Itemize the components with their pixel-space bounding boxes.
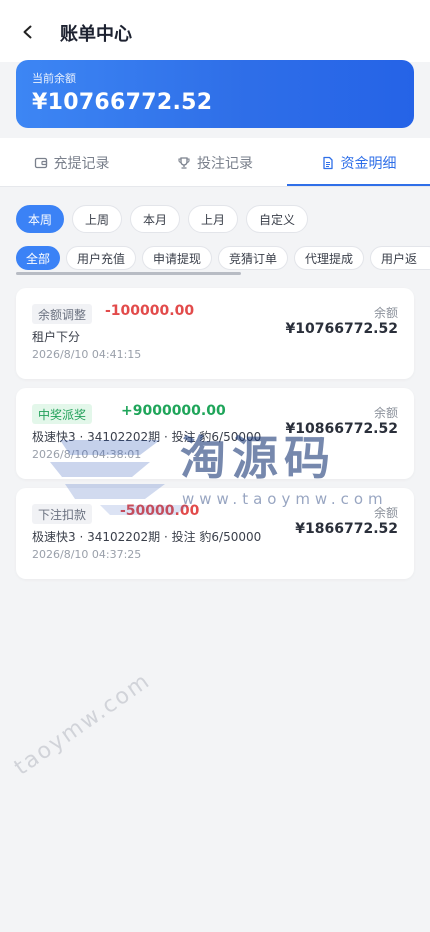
watermark-url: www.taoymw.com xyxy=(182,490,388,508)
tab-fund-details[interactable]: 资金明细 xyxy=(287,138,430,187)
wallet-icon xyxy=(34,157,47,168)
record-amount: +9000000.00 xyxy=(121,403,226,419)
balance-card: 当前余额 ¥10766772.52 xyxy=(16,60,414,128)
record-type-tag: 中奖派奖 xyxy=(32,404,93,424)
record-balance-label: 余额 xyxy=(373,406,398,420)
record-balance-value: ¥1866772.52 xyxy=(295,521,398,537)
type-user-rebate[interactable]: 用户返 xyxy=(370,246,430,270)
period-this-week[interactable]: 本周 xyxy=(16,205,64,233)
record-balance-value: ¥10766772.52 xyxy=(285,321,398,337)
chevron-left-icon xyxy=(23,25,32,39)
record-balance-label: 余额 xyxy=(373,306,398,320)
active-tab-indicator xyxy=(287,184,430,186)
page-title: 账单中心 xyxy=(60,24,132,45)
period-last-week[interactable]: 上周 xyxy=(72,205,122,233)
type-filter[interactable]: 全部 用户充值 申请提现 竞猜订单 代理提成 用户返 xyxy=(0,246,430,274)
app-header: 账单中心 xyxy=(0,0,430,62)
type-all[interactable]: 全部 xyxy=(16,246,60,270)
type-user-recharge[interactable]: 用户充值 xyxy=(66,246,136,270)
trophy-icon xyxy=(178,156,190,169)
period-custom[interactable]: 自定义 xyxy=(246,205,308,233)
balance-label: 当前余额 xyxy=(32,72,76,85)
record-time: 2026/8/10 04:37:25 xyxy=(32,548,142,561)
period-this-month[interactable]: 本月 xyxy=(130,205,180,233)
type-withdraw-request[interactable]: 申请提现 xyxy=(142,246,212,270)
record-time: 2026/8/10 04:41:15 xyxy=(32,348,142,361)
record-amount: -100000.00 xyxy=(105,303,195,319)
record-time: 2026/8/10 04:38:01 xyxy=(32,448,142,461)
tab-bets[interactable]: 投注记录 xyxy=(143,138,287,187)
tab-label: 资金明细 xyxy=(340,155,397,172)
record-type-tag: 余额调整 xyxy=(32,304,93,324)
watermark-brand: 淘源码 xyxy=(180,431,336,485)
record-description: 租户下分 xyxy=(32,330,81,344)
tab-label: 投注记录 xyxy=(197,155,253,172)
watermark-diagonal: taoymw.com xyxy=(10,668,156,781)
type-agent-commission[interactable]: 代理提成 xyxy=(294,246,364,270)
balance-amount: ¥10766772.52 xyxy=(32,90,213,115)
type-filter-scrollbar[interactable] xyxy=(16,272,241,275)
list-item[interactable]: 余额调整 -100000.00 租户下分 2026/8/10 04:41:15 … xyxy=(16,288,414,379)
record-type-tag: 下注扣款 xyxy=(32,504,93,524)
period-last-month[interactable]: 上月 xyxy=(188,205,238,233)
record-description: 极速快3 · 34102202期 · 投注 豹6/50000 xyxy=(32,530,262,544)
type-bet-order[interactable]: 竞猜订单 xyxy=(218,246,288,270)
document-icon xyxy=(322,156,333,169)
tab-label: 充提记录 xyxy=(53,155,110,172)
back-button[interactable] xyxy=(14,18,42,46)
record-tabs: 充提记录 投注记录 资金明细 xyxy=(0,138,430,187)
tab-deposit-withdraw[interactable]: 充提记录 xyxy=(0,138,143,187)
